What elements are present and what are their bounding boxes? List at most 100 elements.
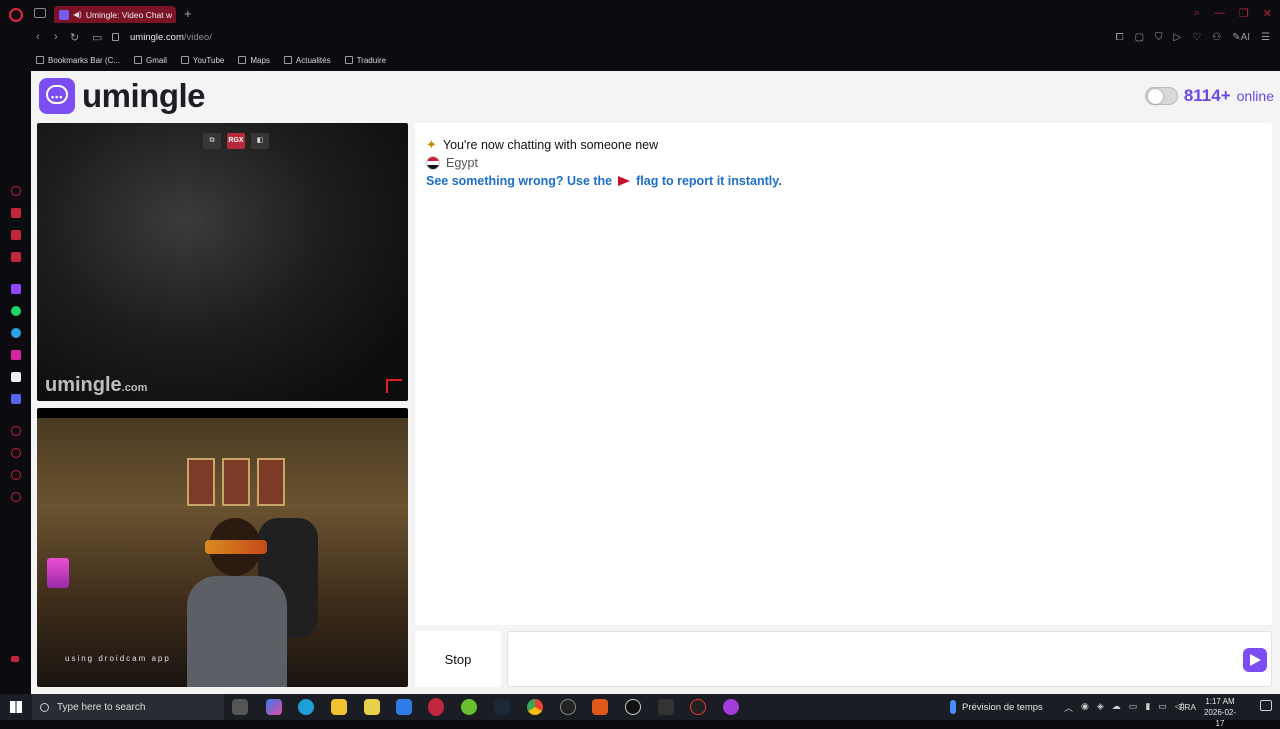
wall-poster bbox=[187, 458, 215, 506]
lock-icon[interactable] bbox=[112, 33, 119, 41]
settings-icon[interactable] bbox=[11, 492, 21, 502]
extension-icon[interactable]: ⧠ bbox=[1116, 32, 1124, 43]
bookmark-item[interactable]: Bookmarks Bar (C... bbox=[36, 56, 120, 65]
search-tabs-icon[interactable]: ⌕ bbox=[1194, 7, 1200, 20]
utorrent-icon[interactable] bbox=[461, 699, 477, 715]
gx-icon[interactable] bbox=[11, 656, 19, 662]
red-flag-icon bbox=[618, 176, 631, 186]
user-person bbox=[187, 508, 287, 687]
copilot-icon[interactable] bbox=[266, 699, 282, 715]
network-icon[interactable]: ▭ bbox=[1129, 701, 1138, 714]
extensions-icon[interactable] bbox=[11, 470, 21, 480]
reload-icon[interactable]: ↻ bbox=[70, 31, 79, 44]
bookmark-label: Traduire bbox=[356, 55, 387, 65]
workspaces-icon[interactable] bbox=[34, 8, 46, 18]
wall-poster bbox=[257, 458, 285, 506]
tab-title: Umingle: Video Chat w bbox=[85, 9, 173, 20]
shopping-icon[interactable] bbox=[11, 208, 21, 218]
menu-icon[interactable]: ☰ bbox=[1261, 32, 1270, 43]
send-button[interactable] bbox=[1243, 648, 1267, 672]
clock[interactable]: 1:17 AM 2026-02-17 bbox=[1200, 696, 1240, 729]
mic-icon[interactable]: ▮ bbox=[1145, 701, 1150, 714]
minimize-icon[interactable]: — bbox=[1214, 7, 1225, 20]
bookmark-item[interactable]: Maps bbox=[238, 56, 270, 65]
tools-icon[interactable] bbox=[11, 230, 21, 240]
notification-icon[interactable] bbox=[1260, 700, 1272, 711]
browser-tab[interactable]: ◀) Umingle: Video Chat w bbox=[54, 6, 176, 23]
player-icon[interactable] bbox=[11, 426, 21, 436]
ai-label: AI bbox=[1240, 32, 1251, 43]
instagram-icon[interactable] bbox=[11, 350, 21, 360]
new-tab-plus-icon[interactable]: + bbox=[184, 6, 192, 21]
close-icon[interactable]: ✕ bbox=[1263, 7, 1272, 20]
fullscreen-icon[interactable]: ◧ bbox=[251, 133, 269, 149]
report-flag-icon[interactable] bbox=[386, 379, 402, 393]
bookmark-label: Actualités bbox=[295, 55, 331, 65]
bookmark-item[interactable]: Gmail bbox=[134, 56, 167, 65]
messenger-icon[interactable] bbox=[723, 699, 739, 715]
record-icon[interactable] bbox=[690, 699, 706, 715]
telegram-icon[interactable] bbox=[11, 328, 21, 338]
aria-icon[interactable] bbox=[11, 186, 21, 196]
discord-icon[interactable] bbox=[11, 394, 21, 404]
play-icon[interactable]: ▷ bbox=[1174, 32, 1182, 43]
back-icon[interactable]: ‹ bbox=[36, 31, 40, 43]
chevron-up-icon[interactable]: ︿ bbox=[1064, 701, 1073, 714]
snapshot-icon[interactable]: ▭ bbox=[92, 31, 102, 44]
task-view-icon[interactable] bbox=[232, 699, 248, 715]
firefox-icon[interactable] bbox=[592, 699, 608, 715]
epic-games-icon[interactable] bbox=[658, 699, 674, 715]
page-icon bbox=[238, 56, 247, 64]
profile-icon[interactable]: ⚇ bbox=[1212, 32, 1221, 43]
windows-start-icon[interactable] bbox=[10, 701, 22, 713]
language-indicator[interactable]: FRA bbox=[1179, 702, 1196, 712]
search-placeholder: Type here to search bbox=[57, 701, 146, 713]
message-input[interactable] bbox=[516, 646, 1216, 674]
app-icon[interactable] bbox=[625, 699, 641, 715]
pip-icon[interactable]: ⧉ bbox=[203, 133, 221, 149]
url-field[interactable]: umingle.com/video/ bbox=[130, 32, 212, 43]
opera-sidebar bbox=[0, 70, 31, 694]
aria-ai-button[interactable]: ✎AI bbox=[1232, 32, 1250, 43]
taskbar-search[interactable]: Type here to search bbox=[32, 694, 224, 720]
message-box bbox=[507, 631, 1272, 687]
browser-tab-bar: ◀) Umingle: Video Chat w + ⌕ — ❐ ✕ bbox=[0, 0, 1280, 28]
report-notice: See something wrong? Use the flag to rep… bbox=[426, 174, 782, 188]
display-icon[interactable]: ▭ bbox=[1158, 701, 1167, 714]
tiktok-icon[interactable] bbox=[11, 372, 21, 382]
opera-logo-icon[interactable] bbox=[9, 8, 23, 22]
opera-gx-icon[interactable] bbox=[428, 698, 444, 716]
theme-toggle[interactable] bbox=[1144, 87, 1178, 105]
forward-icon[interactable]: › bbox=[54, 31, 58, 43]
edge-icon[interactable] bbox=[298, 699, 314, 715]
speaker-icon[interactable]: ◀) bbox=[73, 10, 82, 19]
clock-date: 2026-02-17 bbox=[1203, 708, 1237, 728]
mail-icon[interactable] bbox=[396, 699, 412, 715]
weather-widget[interactable]: Prévision de temps bbox=[950, 700, 1043, 714]
history-icon[interactable] bbox=[11, 448, 21, 458]
shield-icon[interactable]: ⛉ bbox=[1155, 32, 1163, 43]
tray-app-icon[interactable]: ◈ bbox=[1097, 701, 1104, 714]
bookmark-item[interactable]: YouTube bbox=[180, 56, 224, 65]
cloud-icon[interactable]: ☁ bbox=[1112, 701, 1121, 714]
notes-icon[interactable] bbox=[364, 699, 380, 715]
umingle-favicon-icon bbox=[59, 9, 69, 20]
remote-video: ⧉ RGX ◧ umingle.com bbox=[37, 123, 408, 401]
file-explorer-icon[interactable] bbox=[331, 699, 347, 715]
bookmark-item[interactable]: Actualités bbox=[283, 55, 331, 65]
stop-button[interactable]: Stop bbox=[415, 631, 501, 687]
heart-icon[interactable]: ♡ bbox=[1192, 32, 1201, 43]
local-video: using droidcam app bbox=[37, 408, 408, 687]
obs-icon[interactable] bbox=[560, 699, 576, 715]
rgx-button[interactable]: RGX bbox=[227, 133, 245, 149]
music-icon[interactable] bbox=[11, 252, 21, 262]
bookmark-item[interactable]: Traduire bbox=[344, 55, 387, 65]
steam-icon[interactable] bbox=[494, 699, 510, 715]
tray-app-icon[interactable]: ◉ bbox=[1081, 701, 1089, 714]
whatsapp-icon[interactable] bbox=[11, 306, 21, 316]
twitch-icon[interactable] bbox=[11, 284, 21, 294]
maximize-icon[interactable]: ❐ bbox=[1239, 7, 1249, 20]
screenshot-icon[interactable]: ▢ bbox=[1135, 32, 1144, 43]
site-logo[interactable]: ••• umingle bbox=[39, 77, 206, 115]
chrome-icon[interactable] bbox=[527, 699, 543, 715]
